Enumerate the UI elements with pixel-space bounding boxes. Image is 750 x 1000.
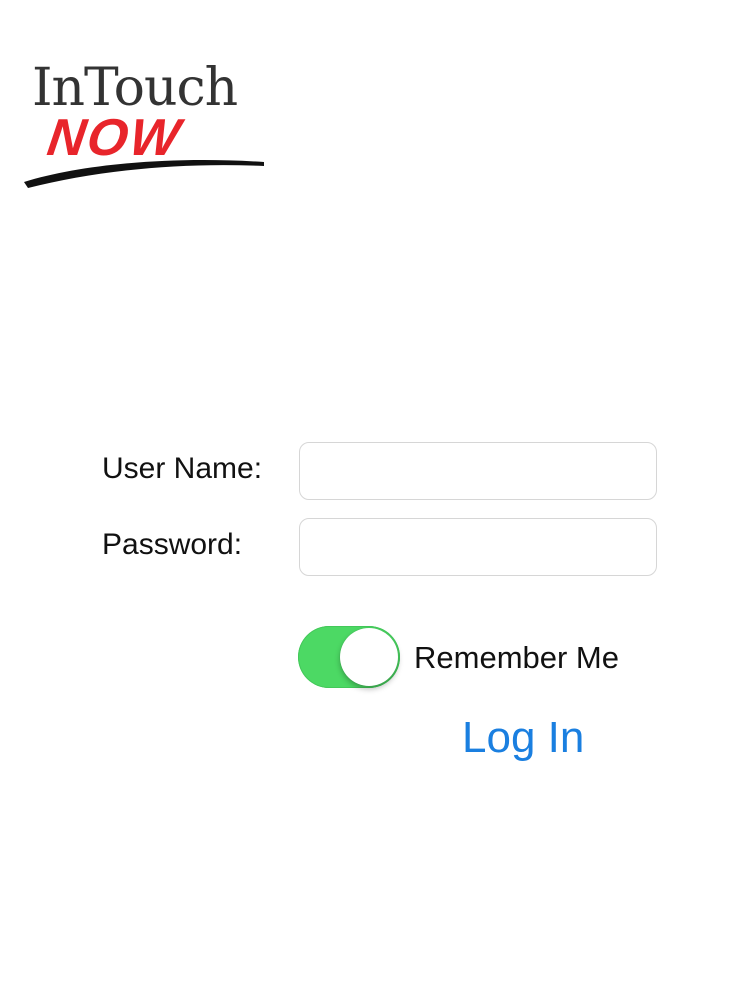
logo-text-intouch: InTouch bbox=[32, 58, 238, 118]
login-screen: InTouch NOW User Name: Password: Remembe… bbox=[0, 0, 750, 1000]
password-input[interactable] bbox=[299, 518, 657, 576]
intouch-now-logo: InTouch NOW bbox=[22, 62, 282, 192]
username-input[interactable] bbox=[299, 442, 657, 500]
password-label: Password: bbox=[102, 528, 243, 561]
login-button[interactable]: Log In bbox=[462, 712, 584, 765]
toggle-knob bbox=[340, 628, 398, 686]
remember-me-label: Remember Me bbox=[414, 640, 619, 675]
username-label: User Name: bbox=[102, 452, 263, 485]
remember-me-toggle[interactable] bbox=[298, 626, 400, 688]
swoosh-icon bbox=[24, 160, 264, 188]
